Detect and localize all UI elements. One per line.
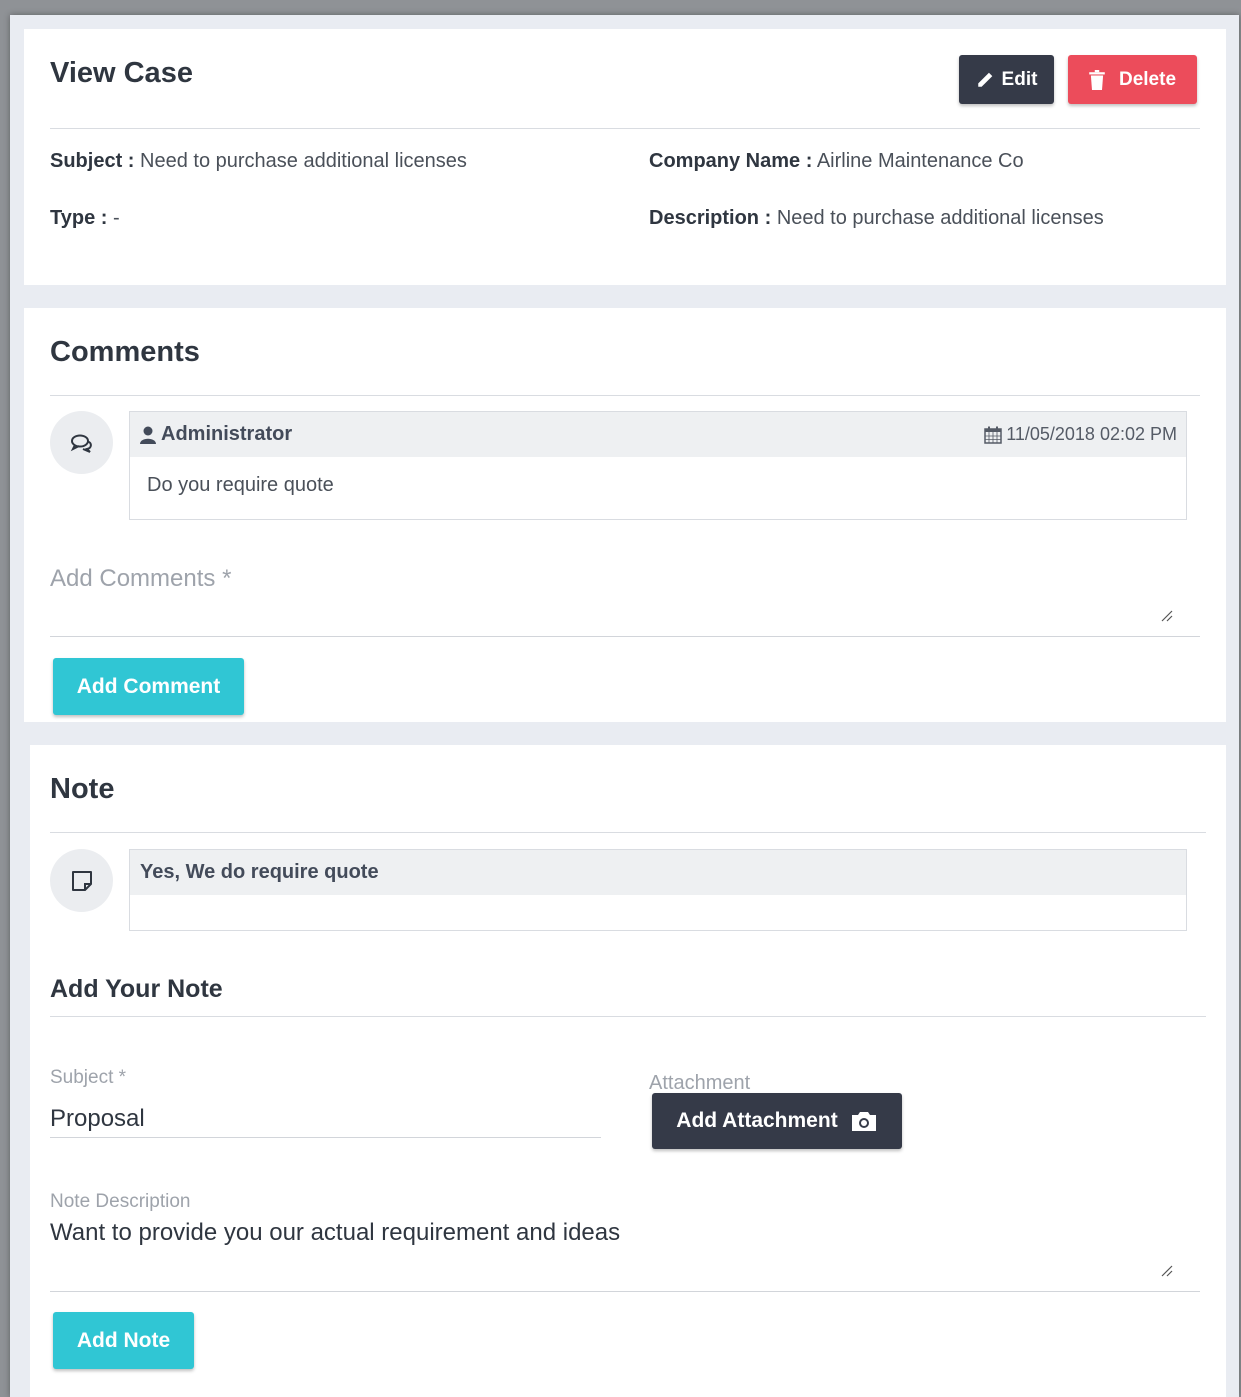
add-note-title: Add Your Note [50,975,223,1003]
note-subject-input[interactable] [50,1100,601,1138]
company-field: Company Name : Airline Maintenance Co [649,150,1024,173]
resize-grip-icon[interactable] [1161,1265,1173,1277]
company-label: Company Name : [649,150,813,172]
note-subject-label: Subject * [50,1067,127,1088]
delete-button[interactable]: Delete [1068,55,1197,104]
note-description-label: Note Description [50,1191,191,1212]
note-divider [50,832,1206,833]
subject-value: Need to purchase additional licenses [140,150,467,172]
view-case-title: View Case [50,57,193,89]
resize-grip-icon[interactable] [1161,610,1173,622]
note-item-text: Yes, We do require quote [140,861,379,883]
description-field: Description : Need to purchase additiona… [649,207,1104,230]
add-attachment-label: Add Attachment [676,1109,838,1132]
subject-field: Subject : Need to purchase additional li… [50,150,467,173]
comment-date-text: 11/05/2018 02:02 PM [1006,424,1177,444]
sticky-note-icon [71,870,92,891]
type-field: Type : - [50,207,120,230]
user-icon [140,426,156,444]
note-item-header: Yes, We do require quote [130,850,1186,895]
trash-icon [1089,69,1105,90]
comment-item: Administrator 11/05/2018 02:02 PM Do you… [129,411,1187,520]
delete-button-label: Delete [1118,68,1177,90]
add-note-button[interactable]: Add Note [53,1312,194,1369]
edit-button-label: Edit [1001,68,1038,90]
type-value: - [112,207,120,229]
comments-card: Comments Administrator 11/05/2018 02:02 … [24,308,1226,722]
edit-button[interactable]: Edit [959,55,1054,104]
calendar-icon [984,426,1002,444]
comment-author: Administrator [140,423,292,446]
page-frame: View Case Edit Delete Subject : Need to … [10,15,1239,1397]
add-comment-textarea[interactable] [50,548,1200,637]
description-value: Need to purchase additional licenses [776,207,1104,229]
note-card: Note Yes, We do require quote Add Your N… [30,745,1226,1397]
note-description-textarea[interactable] [50,1215,1200,1292]
pencil-icon [977,72,992,87]
comment-text: Do you require quote [147,474,334,496]
company-value: Airline Maintenance Co [816,150,1024,172]
add-attachment-button[interactable]: Add Attachment [652,1093,902,1149]
subject-label: Subject : [50,150,135,172]
add-note-divider [50,1016,1206,1017]
note-title: Note [50,773,115,805]
description-label: Description : [649,207,772,229]
camera-icon [851,1112,876,1131]
comments-icon [70,434,92,453]
type-label: Type : [50,207,108,229]
comment-avatar [50,411,113,474]
note-item: Yes, We do require quote [129,849,1187,931]
comments-divider [50,395,1200,396]
comments-title: Comments [50,336,200,368]
add-comment-button[interactable]: Add Comment [53,658,244,715]
comment-author-name: Administrator [161,423,293,445]
view-case-card: View Case Edit Delete Subject : Need to … [24,29,1226,285]
note-avatar [50,849,113,912]
view-case-divider [50,128,1200,129]
comment-date: 11/05/2018 02:02 PM [984,424,1177,445]
comment-header: Administrator 11/05/2018 02:02 PM [130,412,1186,457]
attachment-label: Attachment [649,1072,751,1094]
